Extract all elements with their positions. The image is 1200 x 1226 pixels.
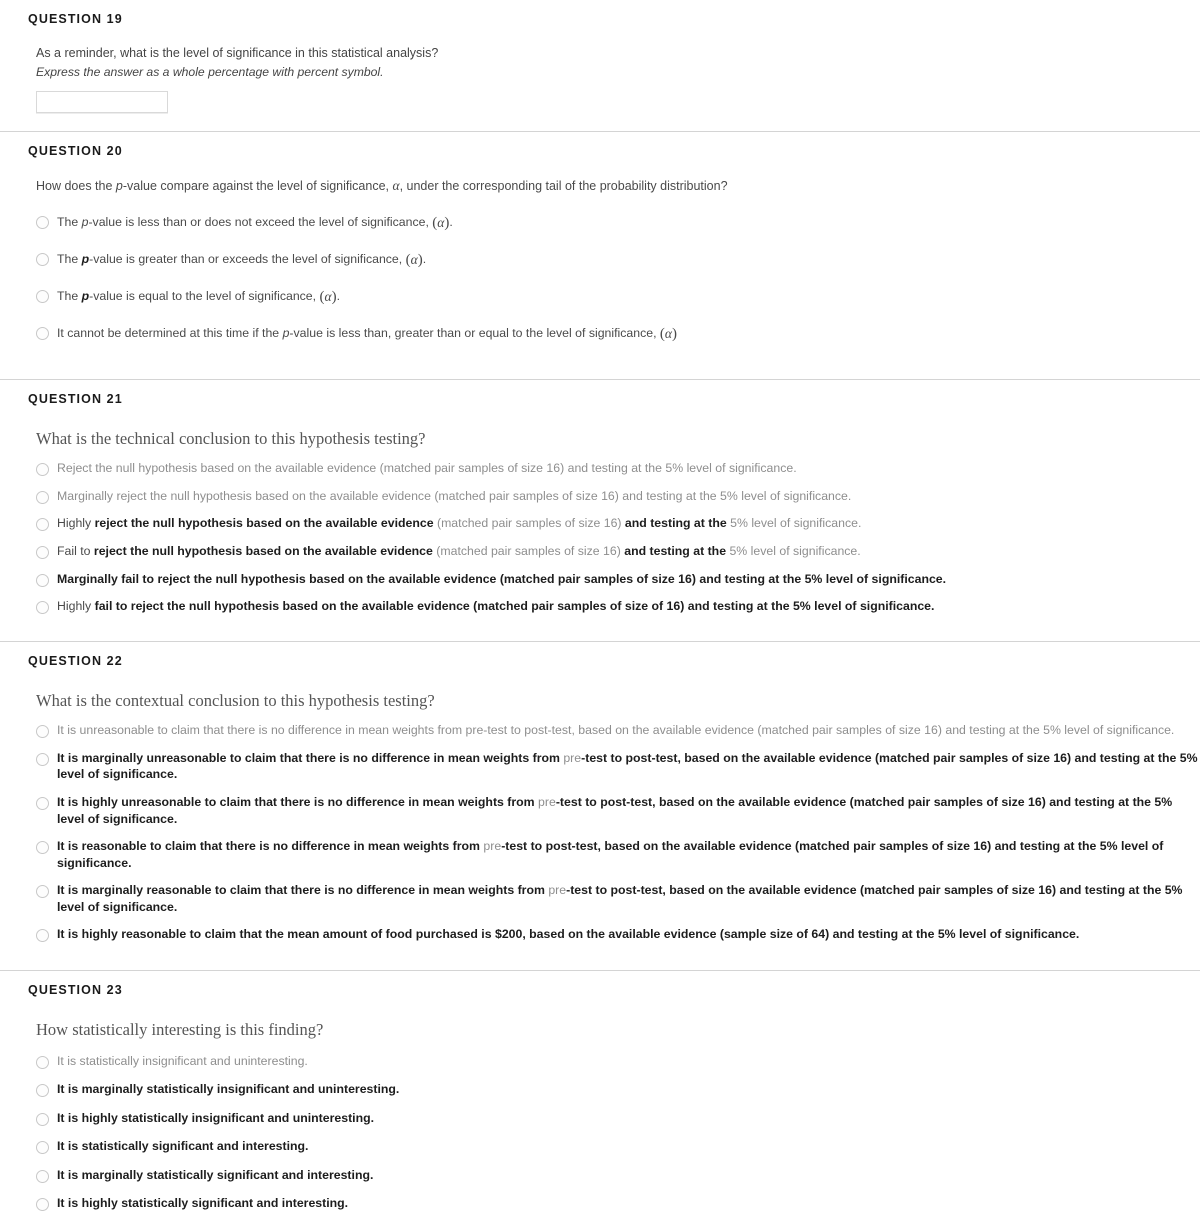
answer-option[interactable]: It is highly statistically insignificant…: [36, 1110, 1200, 1127]
radio-button-icon[interactable]: [36, 1141, 49, 1155]
radio-button-icon[interactable]: [36, 841, 49, 855]
answer-option-label: Fail to reject the null hypothesis based…: [57, 543, 861, 558]
answer-option-label: It is highly reasonable to claim that th…: [57, 927, 1080, 942]
answer-option-label: It is marginally statistically significa…: [57, 1167, 374, 1182]
quiz-page: QUESTION 19 As a reminder, what is the l…: [0, 0, 1200, 1226]
question-prompt-23: How statistically interesting is this fi…: [36, 1020, 324, 1040]
answer-option[interactable]: It is marginally statistically significa…: [36, 1167, 1200, 1184]
radio-button-icon[interactable]: [36, 601, 49, 615]
options-list-23: It is statistically insignificant and un…: [36, 1053, 1200, 1213]
answer-option-label: It cannot be determined at this time if …: [57, 326, 678, 343]
question-heading-20: QUESTION 20: [28, 144, 123, 159]
radio-button-icon[interactable]: [36, 545, 49, 559]
answer-option[interactable]: It is unreasonable to claim that there i…: [36, 722, 1200, 739]
radio-button-icon[interactable]: [36, 752, 49, 766]
answer-option[interactable]: It is marginally statistically insignifi…: [36, 1081, 1200, 1098]
answer-option-label: It is marginally statistically insignifi…: [57, 1082, 400, 1097]
question-prompt-19: As a reminder, what is the level of sign…: [36, 46, 439, 60]
answer-option-label: It is statistically significant and inte…: [57, 1139, 309, 1154]
question-body-20: How does the p-value compare against the…: [0, 158, 1200, 345]
radio-button-icon[interactable]: [36, 796, 49, 810]
answer-option[interactable]: Marginally fail to reject the null hypot…: [36, 571, 1200, 588]
answer-option[interactable]: The p-value is less than or does not exc…: [36, 213, 1200, 233]
question-subprompt-19: Express the answer as a whole percentage…: [36, 65, 384, 80]
question-body-23: How statistically interesting is this fi…: [0, 997, 1200, 1212]
answer-option-label: The p-value is greater than or exceeds t…: [57, 251, 427, 268]
question-heading-19: QUESTION 19: [28, 12, 123, 26]
question-block-19: QUESTION 19 As a reminder, what is the l…: [0, 0, 1200, 131]
question-body-21: What is the technical conclusion to this…: [0, 406, 1200, 615]
answer-option[interactable]: Highly reject the null hypothesis based …: [36, 515, 1200, 532]
radio-button-icon[interactable]: [36, 518, 49, 532]
answer-option-label: It is statistically insignificant and un…: [57, 1053, 308, 1068]
answer-option[interactable]: It is highly unreasonable to claim that …: [36, 794, 1200, 827]
radio-button-icon[interactable]: [36, 573, 49, 587]
answer-option-label: Highly fail to reject the null hypothesi…: [57, 599, 935, 614]
question-heading-21: QUESTION 21: [28, 391, 123, 406]
radio-button-icon[interactable]: [36, 215, 49, 229]
radio-button-icon[interactable]: [36, 725, 49, 739]
radio-button-icon[interactable]: [36, 1198, 49, 1212]
answer-option-label: It is highly unreasonable to claim that …: [57, 794, 1173, 826]
radio-button-icon[interactable]: [36, 885, 49, 899]
answer-option[interactable]: It is marginally unreasonable to claim t…: [36, 750, 1200, 783]
answer-option[interactable]: The p-value is greater than or exceeds t…: [36, 250, 1200, 270]
answer-option-label: The p-value is less than or does not exc…: [57, 214, 453, 231]
answer-option[interactable]: It is statistically insignificant and un…: [36, 1053, 1200, 1070]
question-heading-22: QUESTION 22: [28, 653, 123, 668]
answer-option-label: It is highly statistically significant a…: [57, 1196, 349, 1211]
question-prompt-21: What is the technical conclusion to this…: [36, 428, 426, 448]
radio-button-icon[interactable]: [36, 1112, 49, 1126]
answer-option-label: It is reasonable to claim that there is …: [57, 839, 1164, 870]
question-block-21: QUESTION 21 What is the technical conclu…: [0, 380, 1200, 641]
question-block-20: QUESTION 20 How does the p-value compare…: [0, 132, 1200, 379]
radio-button-icon[interactable]: [36, 929, 49, 943]
answer-option[interactable]: The p-value is equal to the level of sig…: [36, 287, 1200, 307]
answer-option-label: Marginally fail to reject the null hypot…: [57, 571, 947, 586]
options-list-21: Reject the null hypothesis based on the …: [36, 460, 1200, 615]
answer-option-label: Marginally reject the null hypothesis ba…: [57, 488, 852, 503]
question-block-23: QUESTION 23 How statistically interestin…: [0, 971, 1200, 1226]
answer-option[interactable]: Reject the null hypothesis based on the …: [36, 460, 1200, 477]
radio-button-icon[interactable]: [36, 463, 49, 477]
answer-option[interactable]: It is highly statistically significant a…: [36, 1195, 1200, 1212]
radio-button-icon[interactable]: [36, 1169, 49, 1183]
answer-option-label: It is unreasonable to claim that there i…: [57, 723, 1175, 738]
question-block-22: QUESTION 22 What is the contextual concl…: [0, 642, 1200, 970]
radio-button-icon[interactable]: [36, 290, 49, 304]
answer-option[interactable]: It is reasonable to claim that there is …: [36, 838, 1200, 871]
question-heading-23: QUESTION 23: [28, 983, 123, 998]
question-body-19: As a reminder, what is the level of sign…: [0, 26, 1200, 114]
answer-input-19[interactable]: [36, 91, 168, 114]
question-prompt-22: What is the contextual conclusion to thi…: [36, 690, 435, 710]
answer-option-label: Highly reject the null hypothesis based …: [57, 516, 862, 531]
answer-option-label: It is marginally unreasonable to claim t…: [57, 750, 1198, 782]
question-body-22: What is the contextual conclusion to thi…: [0, 668, 1200, 943]
answer-option-label: The p-value is equal to the level of sig…: [57, 289, 340, 306]
answer-option[interactable]: Highly fail to reject the null hypothesi…: [36, 598, 1200, 615]
answer-option-label: It is highly statistically insignificant…: [57, 1110, 375, 1125]
options-list-20: The p-value is less than or does not exc…: [36, 213, 1200, 345]
answer-option-label: It is marginally reasonable to claim tha…: [57, 883, 1183, 914]
answer-option[interactable]: Marginally reject the null hypothesis ba…: [36, 488, 1200, 505]
answer-option[interactable]: It cannot be determined at this time if …: [36, 324, 1200, 344]
radio-button-icon[interactable]: [36, 1084, 49, 1098]
answer-option-label: Reject the null hypothesis based on the …: [57, 461, 797, 476]
question-prompt-20: How does the p-value compare against the…: [36, 178, 728, 194]
answer-option[interactable]: It is highly reasonable to claim that th…: [36, 926, 1200, 943]
radio-button-icon[interactable]: [36, 252, 49, 266]
radio-button-icon[interactable]: [36, 327, 49, 341]
options-list-22: It is unreasonable to claim that there i…: [36, 722, 1200, 943]
answer-option[interactable]: It is statistically significant and inte…: [36, 1138, 1200, 1155]
radio-button-icon[interactable]: [36, 1055, 49, 1069]
radio-button-icon[interactable]: [36, 490, 49, 504]
answer-option[interactable]: Fail to reject the null hypothesis based…: [36, 543, 1200, 560]
answer-option[interactable]: It is marginally reasonable to claim tha…: [36, 882, 1200, 915]
